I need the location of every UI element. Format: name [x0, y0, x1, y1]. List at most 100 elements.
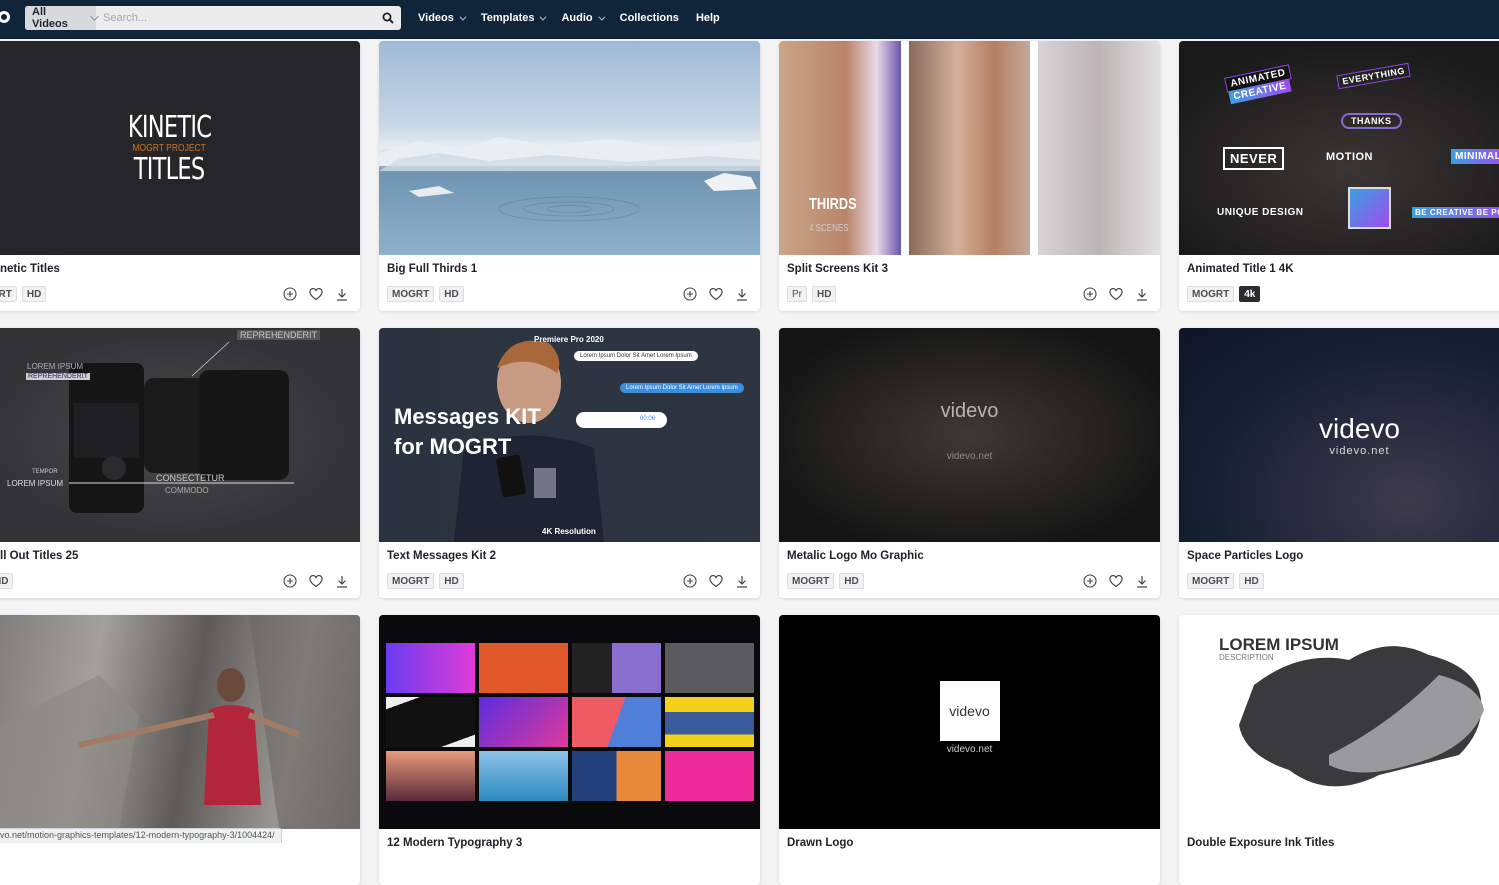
nav-templates-label: Templates: [481, 12, 535, 24]
thumb-text: COMMODO: [165, 486, 209, 495]
card-title[interactable]: Big Full Thirds 1: [387, 263, 477, 275]
template-card[interactable]: videvo videvo.net Space Particles Logo M…: [1179, 328, 1499, 598]
thumb-pane: THIRDS 4 SCENES: [779, 41, 901, 255]
main-nav: Videos Templates Audio Collections Help: [418, 0, 737, 36]
download-button[interactable]: [334, 286, 350, 302]
format-badge: MOGRT: [1187, 286, 1234, 302]
favorite-button[interactable]: [708, 286, 724, 302]
add-to-collection-button[interactable]: [282, 286, 298, 302]
nav-templates[interactable]: Templates: [481, 12, 545, 24]
add-to-collection-button[interactable]: [682, 573, 698, 589]
card-thumbnail[interactable]: LOREM IPSUM DESCRIPTION: [1179, 615, 1499, 829]
card-actions: [272, 573, 350, 589]
card-thumbnail[interactable]: Premiere Pro 2020 Lorem Ipsum Dolor Sit …: [379, 328, 760, 542]
card-title[interactable]: Metalic Logo Mo Graphic: [787, 550, 924, 562]
card-title[interactable]: Split Screens Kit 3: [787, 263, 888, 275]
card-title[interactable]: Drawn Logo: [787, 837, 853, 849]
thumb-text: UNIQUE DESIGN: [1217, 207, 1304, 218]
thumb-ice-scene: [379, 41, 760, 255]
card-title[interactable]: Text Messages Kit 2: [387, 550, 496, 562]
card-title[interactable]: 12 Modern Typography 3: [387, 837, 522, 849]
thumb-text: REPREHENDERIT: [26, 373, 90, 380]
heart-icon: [709, 288, 723, 301]
favorite-button[interactable]: [708, 573, 724, 589]
card-thumbnail[interactable]: [0, 615, 360, 829]
resolution-badge: HD: [839, 573, 863, 589]
thumb-camera: [0, 328, 360, 542]
card-title[interactable]: netic Titles: [0, 263, 60, 275]
download-button[interactable]: [734, 573, 750, 589]
thumb-audio-bubble: 00:06: [576, 412, 667, 428]
thumb-badge-square: [1348, 187, 1391, 229]
thumb-tile: [386, 643, 475, 693]
card-title[interactable]: Double Exposure Ink Titles: [1187, 837, 1334, 849]
card-thumbnail[interactable]: THIRDS 4 SCENES: [779, 41, 1160, 255]
resolution-badge: 4k: [1239, 286, 1260, 302]
favorite-button[interactable]: [1108, 573, 1124, 589]
favorite-button[interactable]: [308, 573, 324, 589]
card-actions: [1072, 573, 1150, 589]
download-icon: [1136, 288, 1148, 301]
download-button[interactable]: [734, 286, 750, 302]
template-card[interactable]: Premiere Pro 2020 Lorem Ipsum Dolor Sit …: [379, 328, 760, 598]
nav-collections[interactable]: Collections: [620, 12, 679, 24]
template-card[interactable]: videvo videvo.net Drawn Logo: [779, 615, 1160, 885]
card-thumbnail[interactable]: videvo videvo.net: [1179, 328, 1499, 542]
search-scope-label: All Videos: [32, 6, 84, 30]
format-badge: Pr: [787, 286, 807, 302]
plus-circle-icon: [1083, 287, 1097, 301]
heart-icon: [709, 575, 723, 588]
download-icon: [1136, 575, 1148, 588]
template-card[interactable]: [0, 615, 360, 885]
card-title[interactable]: ll Out Titles 25: [0, 550, 78, 562]
card-title[interactable]: Space Particles Logo: [1187, 550, 1303, 562]
template-card[interactable]: LOREM IPSUM DESCRIPTION Double Exposure …: [1179, 615, 1499, 885]
thumb-text: MINIMAL: [1451, 149, 1499, 164]
card-actions: [272, 286, 350, 302]
favorite-button[interactable]: [308, 286, 324, 302]
card-thumbnail[interactable]: REPREHENDERIT LOREM IPSUM REPREHENDERIT …: [0, 328, 360, 542]
search-button[interactable]: [375, 6, 401, 30]
nav-help-label: Help: [696, 12, 720, 24]
card-thumbnail[interactable]: videvo videvo.net: [779, 615, 1160, 829]
search-scope-dropdown[interactable]: All Videos: [25, 6, 96, 30]
card-thumbnail[interactable]: ANIMATED CREATIVE EVERYTHING THANKS NEVE…: [1179, 41, 1499, 255]
template-card[interactable]: 12 Modern Typography 3: [379, 615, 760, 885]
thumb-chat-bubble: Lorem Ipsum Dolor Sit Amet Lorem Ipsum: [574, 351, 698, 361]
download-button[interactable]: [1134, 286, 1150, 302]
card-thumbnail[interactable]: [379, 41, 760, 255]
thumb-text: LOREM IPSUM: [1219, 635, 1339, 655]
card-thumbnail[interactable]: videvo videvo.net: [779, 328, 1160, 542]
download-button[interactable]: [1134, 573, 1150, 589]
thumb-tile: [479, 643, 568, 693]
nav-videos[interactable]: Videos: [418, 12, 464, 24]
add-to-collection-button[interactable]: [682, 286, 698, 302]
add-to-collection-button[interactable]: [1082, 573, 1098, 589]
add-to-collection-button[interactable]: [282, 573, 298, 589]
template-card[interactable]: KINETIC MOGRT PROJECT TITLES netic Title…: [0, 41, 360, 311]
thumb-url-text: videvo.net: [1329, 445, 1389, 457]
template-card[interactable]: Big Full Thirds 1 MOGRT HD: [379, 41, 760, 311]
card-thumbnail[interactable]: [379, 615, 760, 829]
thumb-text: LOREM IPSUM: [27, 362, 83, 371]
chevron-down-icon: [540, 13, 547, 20]
thumb-text: EVERYTHING: [1336, 63, 1411, 89]
download-button[interactable]: [334, 573, 350, 589]
plus-circle-icon: [683, 287, 697, 301]
add-to-collection-button[interactable]: [1082, 286, 1098, 302]
download-icon: [336, 575, 348, 588]
card-thumbnail[interactable]: KINETIC MOGRT PROJECT TITLES: [0, 41, 360, 255]
card-title[interactable]: Animated Title 1 4K: [1187, 263, 1294, 275]
site-logo[interactable]: [0, 11, 10, 23]
search-input[interactable]: [96, 6, 375, 30]
download-icon: [336, 288, 348, 301]
favorite-button[interactable]: [1108, 286, 1124, 302]
nav-audio[interactable]: Audio: [561, 12, 602, 24]
format-badge: MOGRT: [387, 286, 434, 302]
template-card[interactable]: REPREHENDERIT LOREM IPSUM REPREHENDERIT …: [0, 328, 360, 598]
template-card[interactable]: ANIMATED CREATIVE EVERYTHING THANKS NEVE…: [1179, 41, 1499, 311]
nav-help[interactable]: Help: [696, 12, 720, 24]
template-card[interactable]: THIRDS 4 SCENES Split Screens Kit 3 Pr H…: [779, 41, 1160, 311]
thumb-text: for MOGRT: [394, 434, 511, 460]
template-card[interactable]: videvo videvo.net Metalic Logo Mo Graphi…: [779, 328, 1160, 598]
